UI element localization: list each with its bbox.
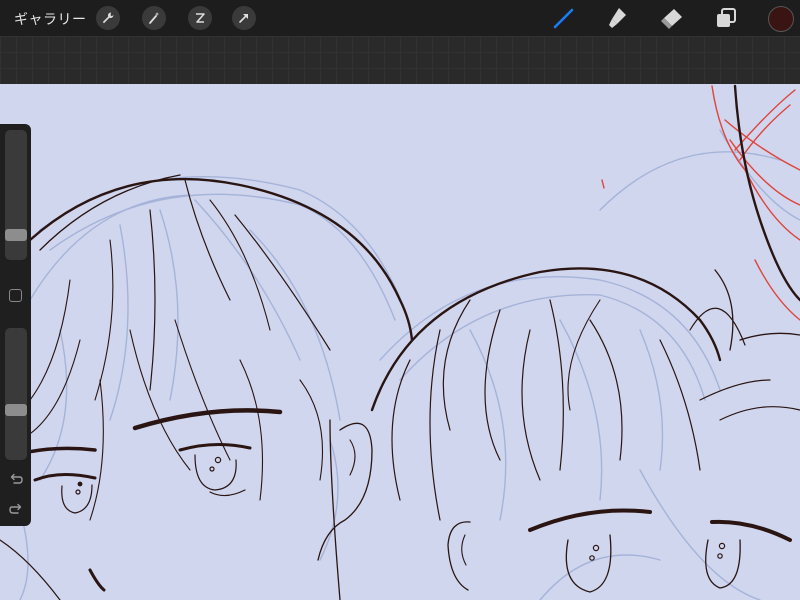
red-guide-layer [601,85,800,321]
drawing-canvas[interactable] [0,84,800,600]
redo-icon[interactable] [8,502,24,518]
brush-size-thumb[interactable] [5,229,27,241]
transform-arrow-icon [239,14,248,23]
sketch-artwork [0,84,800,600]
smudge-tool-button[interactable] [604,4,632,32]
top-toolbar: ギャラリー [0,0,800,36]
selection-icon [196,13,205,23]
opacity-thumb[interactable] [5,404,27,416]
wrench-icon [102,12,114,24]
side-toolbar [0,124,31,526]
brush-size-slider[interactable] [5,130,27,260]
modifier-button[interactable] [9,289,22,302]
line-art-layer [0,84,800,600]
eraser-icon [661,9,682,29]
magic-wand-icon [149,12,160,24]
selection-button[interactable] [188,6,212,30]
undo-icon[interactable] [8,472,24,488]
layers-button[interactable] [712,4,740,32]
adjustments-button[interactable] [142,6,166,30]
gallery-button[interactable]: ギャラリー [14,9,87,29]
eraser-tool-button[interactable] [658,4,686,32]
smudge-icon [609,8,626,28]
transform-button[interactable] [232,6,256,30]
rough-sketch-layer [9,129,800,600]
brush-tool-button[interactable] [550,4,578,32]
actions-button[interactable] [96,6,120,30]
layers-icon [717,8,736,27]
opacity-slider[interactable] [5,328,27,460]
canvas-margin-area [0,36,800,84]
brush-icon [553,8,574,29]
color-picker-button[interactable] [768,6,794,32]
